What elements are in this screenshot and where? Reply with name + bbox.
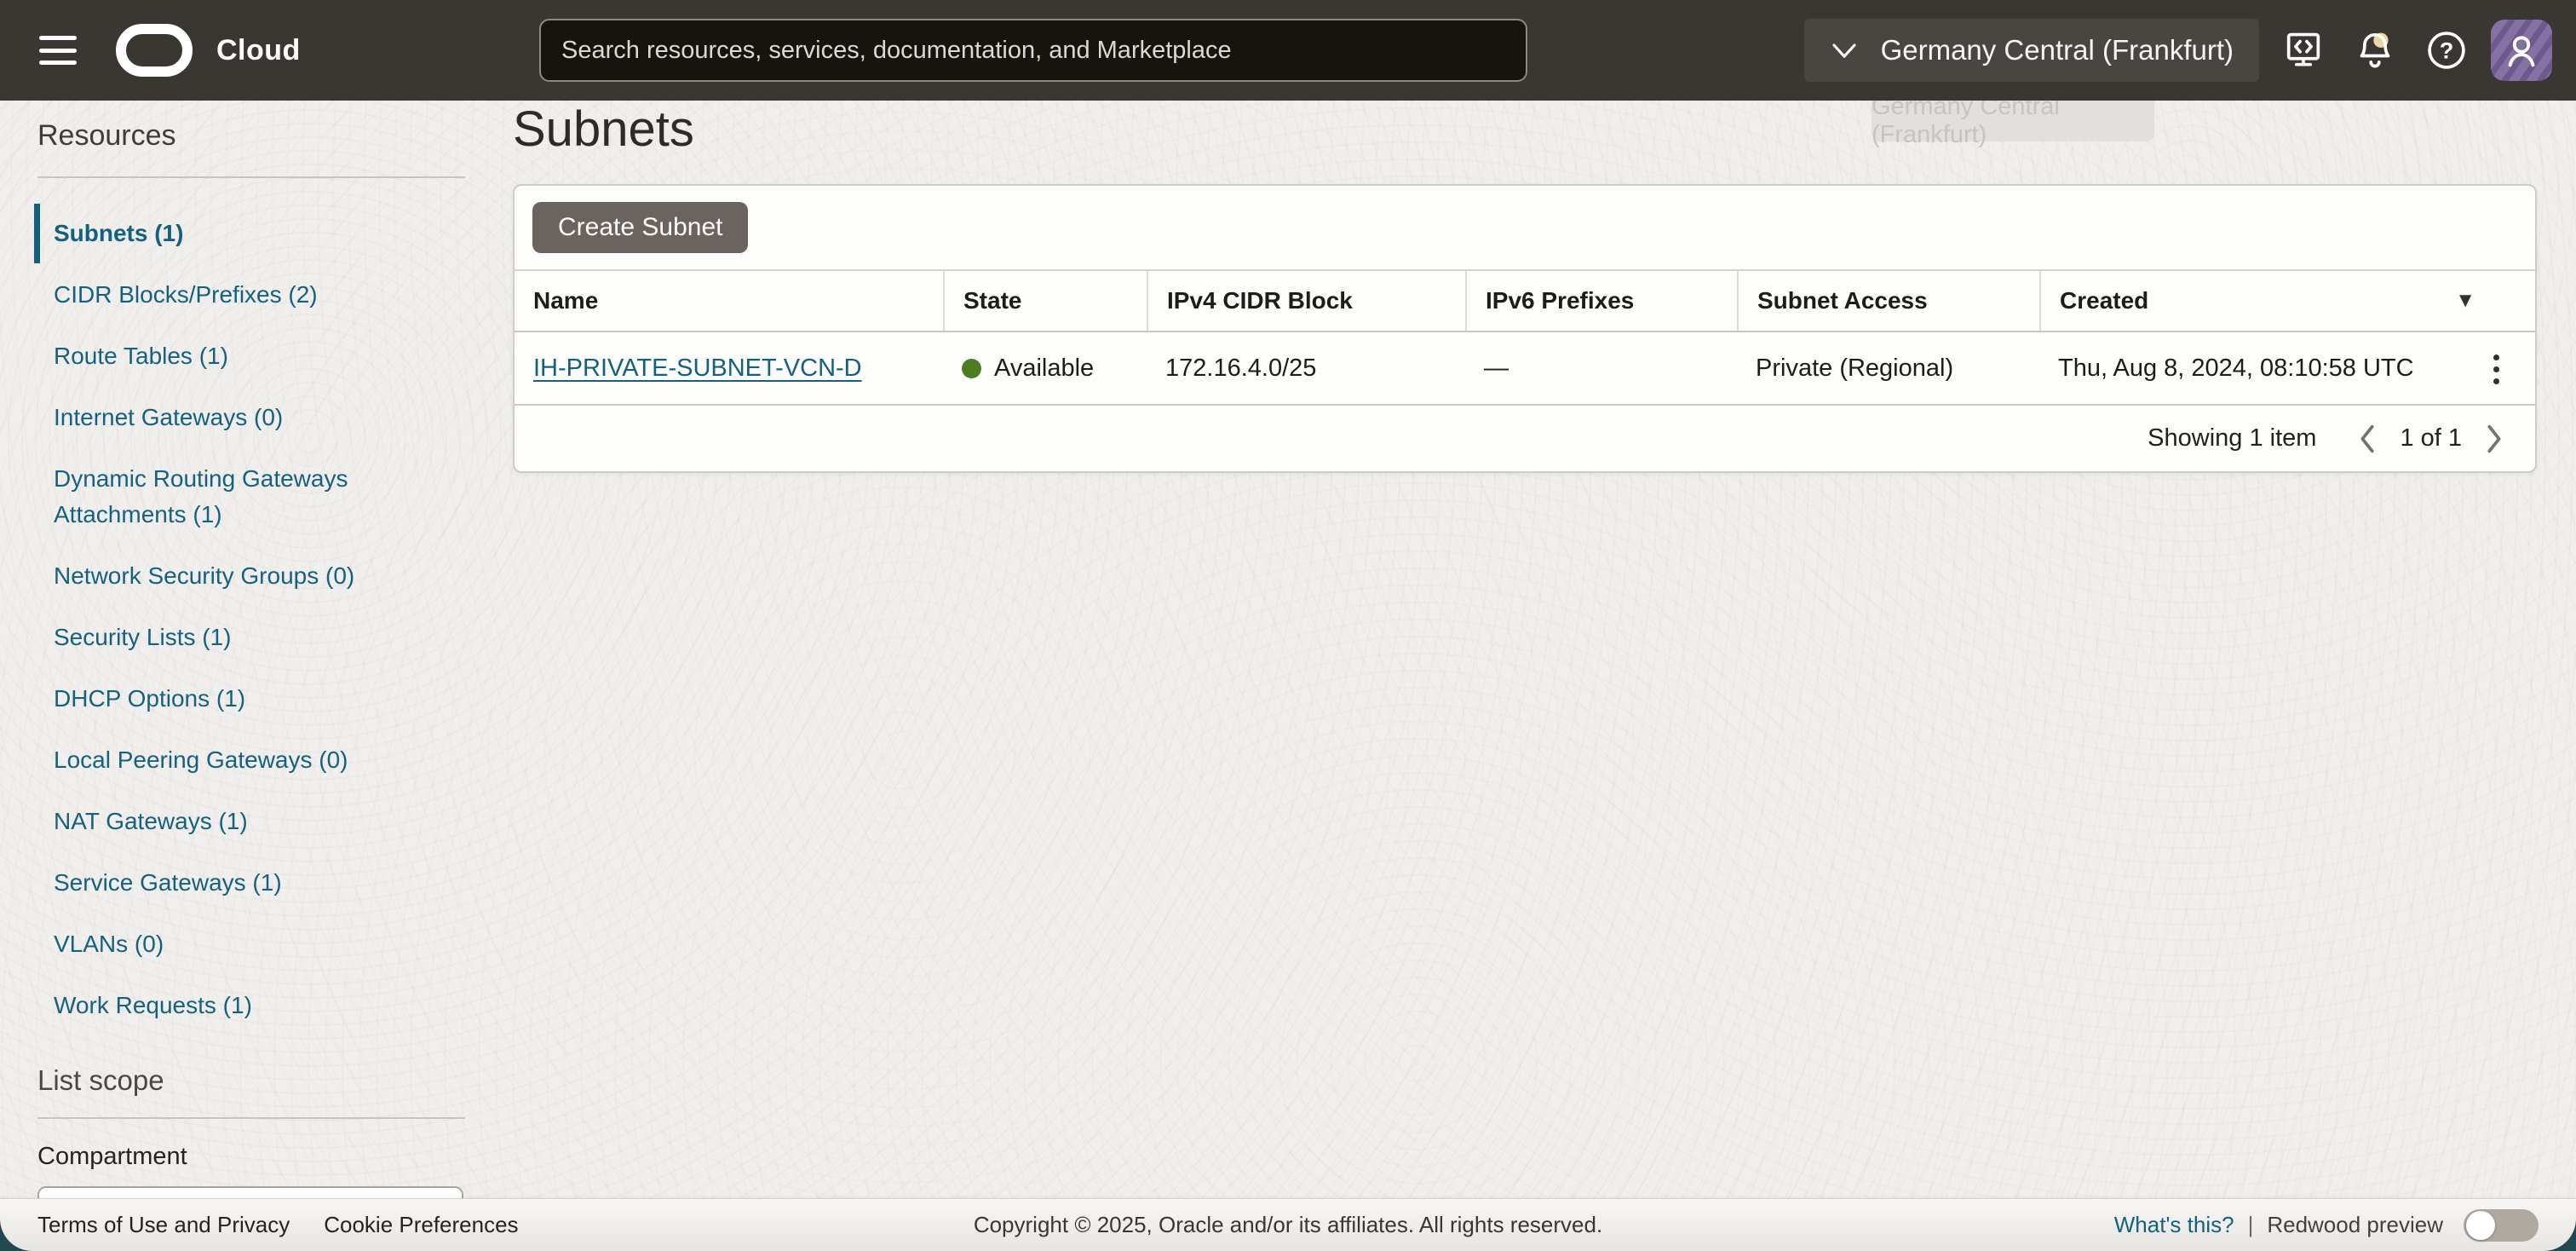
question-circle-icon: ? [2424,28,2469,72]
footer-separator: | [2248,1212,2254,1238]
sidebar-item-cidr-blocks[interactable]: CIDR Blocks/Prefixes (2) [34,277,465,313]
bell-icon [2353,28,2397,72]
region-label: Germany Central (Frankfurt) [1881,34,2234,66]
list-scope-divider [37,1117,465,1119]
sidebar-item-internet-gateways[interactable]: Internet Gateways (0) [34,400,465,435]
developer-tools-button[interactable] [2276,23,2331,78]
page-indicator: 1 of 1 [2400,424,2462,453]
cell-created: Thu, Aug 8, 2024, 08:10:58 UTC [2039,332,2535,404]
chevron-right-icon [2481,422,2507,456]
footer: Terms of Use and Privacy Cookie Preferen… [0,1198,2576,1251]
region-selector[interactable]: Germany Central (Frankfurt) [1804,19,2259,82]
redwood-preview-toggle[interactable] [2464,1209,2539,1242]
footer-right: What's this? | Redwood preview [2114,1209,2539,1242]
status-label: Available [994,355,1094,383]
column-header-ipv4[interactable]: IPv4 CIDR Block [1147,271,1465,331]
column-header-ipv6[interactable]: IPv6 Prefixes [1465,271,1737,331]
showing-count: Showing 1 item [2148,424,2316,453]
status-dot-icon [962,359,981,378]
compartment-label: Compartment [37,1143,465,1171]
sidebar-item-network-security-groups[interactable]: Network Security Groups (0) [34,558,465,594]
sidebar-item-security-lists[interactable]: Security Lists (1) [34,620,465,655]
hamburger-menu-button[interactable] [39,36,77,65]
cookie-preferences-link[interactable]: Cookie Preferences [324,1212,518,1238]
sidebar-item-vlans[interactable]: VLANs (0) [34,926,465,962]
footer-links: Terms of Use and Privacy Cookie Preferen… [37,1212,519,1238]
cell-subnet-access: Private (Regional) [1737,332,2039,404]
help-button[interactable]: ? [2419,23,2474,78]
sort-desc-icon[interactable]: ▼ [2455,289,2475,313]
monitor-code-icon [2281,28,2326,72]
sidebar-item-drg-attachments[interactable]: Dynamic Routing Gateways Attachments (1) [34,461,465,533]
toggle-knob-icon [2466,1211,2495,1240]
pagination-bar: Showing 1 item 1 of 1 [515,406,2535,471]
sidebar-item-work-requests[interactable]: Work Requests (1) [34,988,465,1023]
prev-page-button[interactable] [2349,418,2386,460]
table-row: IH-PRIVATE-SUBNET-VCN-D Available 172.16… [515,332,2535,406]
notifications-button[interactable] [2348,23,2402,78]
subnet-link[interactable]: IH-PRIVATE-SUBNET-VCN-D [533,355,862,383]
table-toolbar: Create Subnet [515,186,2535,269]
svg-text:?: ? [2440,37,2454,63]
table-header-row: Name State IPv4 CIDR Block IPv6 Prefixes… [515,269,2535,332]
top-header: Cloud Germany Central (Frankfurt) [0,0,2576,101]
cell-state: Available [943,332,1147,404]
resources-list: Subnets (1) CIDR Blocks/Prefixes (2) Rou… [34,216,465,1023]
copyright-text: Copyright © 2025, Oracle and/or its affi… [974,1212,1602,1238]
cell-ipv4: 172.16.4.0/25 [1147,332,1465,404]
resources-heading: Resources [37,119,465,153]
sidebar-divider [37,176,465,178]
column-header-subnet-access[interactable]: Subnet Access [1737,271,2039,331]
row-actions-button[interactable] [2475,332,2516,406]
sidebar-item-route-tables[interactable]: Route Tables (1) [34,338,465,374]
chevron-left-icon [2355,422,2380,456]
search-input[interactable] [539,19,1527,82]
sidebar: Resources Subnets (1) CIDR Blocks/Prefix… [37,101,465,1232]
chevron-down-icon [1830,40,1859,61]
cell-ipv6: — [1465,332,1737,404]
region-tooltip: Germany Central (Frankfurt) [1872,101,2154,141]
redwood-preview-label: Redwood preview [2267,1212,2443,1238]
person-icon [2499,28,2544,72]
page-title: Subnets [513,102,2537,157]
next-page-button[interactable] [2475,418,2513,460]
column-header-state[interactable]: State [943,271,1147,331]
subnets-card: Create Subnet Name State IPv4 CIDR Block… [513,184,2537,473]
create-subnet-button[interactable]: Create Subnet [532,202,748,253]
sidebar-item-dhcp-options[interactable]: DHCP Options (1) [34,681,465,717]
user-avatar[interactable] [2491,20,2552,81]
terms-link[interactable]: Terms of Use and Privacy [37,1212,290,1238]
oracle-logo-icon [116,24,193,77]
main-content: Subnets Create Subnet Name State IPv4 CI… [513,101,2537,473]
sidebar-item-service-gateways[interactable]: Service Gateways (1) [34,865,465,901]
cell-name: IH-PRIVATE-SUBNET-VCN-D [515,332,943,404]
sidebar-item-subnets[interactable]: Subnets (1) [34,216,465,251]
whats-this-link[interactable]: What's this? [2114,1212,2234,1238]
product-name: Cloud [216,34,301,67]
list-scope-heading: List scope [37,1064,465,1097]
sidebar-item-nat-gateways[interactable]: NAT Gateways (1) [34,804,465,839]
header-actions: Germany Central (Frankfurt) ? [1804,19,2552,82]
sidebar-item-local-peering-gateways[interactable]: Local Peering Gateways (0) [34,742,465,778]
column-header-name[interactable]: Name [515,271,943,331]
column-header-created[interactable]: Created ▼ [2039,271,2535,331]
